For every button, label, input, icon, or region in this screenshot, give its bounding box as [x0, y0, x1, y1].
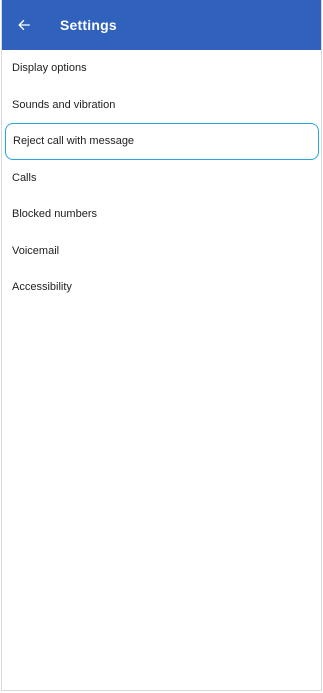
settings-list: Display options Sounds and vibration Rej…	[2, 50, 321, 306]
settings-item-display-options[interactable]: Display options	[2, 50, 321, 87]
settings-item-calls[interactable]: Calls	[2, 160, 321, 197]
app-bar: Settings	[2, 0, 321, 50]
settings-item-sounds-and-vibration[interactable]: Sounds and vibration	[2, 87, 321, 124]
settings-screen: Settings Display options Sounds and vibr…	[1, 0, 322, 691]
settings-item-reject-call-with-message[interactable]: Reject call with message	[5, 123, 319, 160]
page-title: Settings	[60, 17, 117, 33]
back-button[interactable]	[2, 0, 46, 50]
settings-item-accessibility[interactable]: Accessibility	[2, 269, 321, 306]
settings-item-voicemail[interactable]: Voicemail	[2, 233, 321, 270]
arrow-back-icon	[18, 19, 30, 31]
settings-item-blocked-numbers[interactable]: Blocked numbers	[2, 196, 321, 233]
